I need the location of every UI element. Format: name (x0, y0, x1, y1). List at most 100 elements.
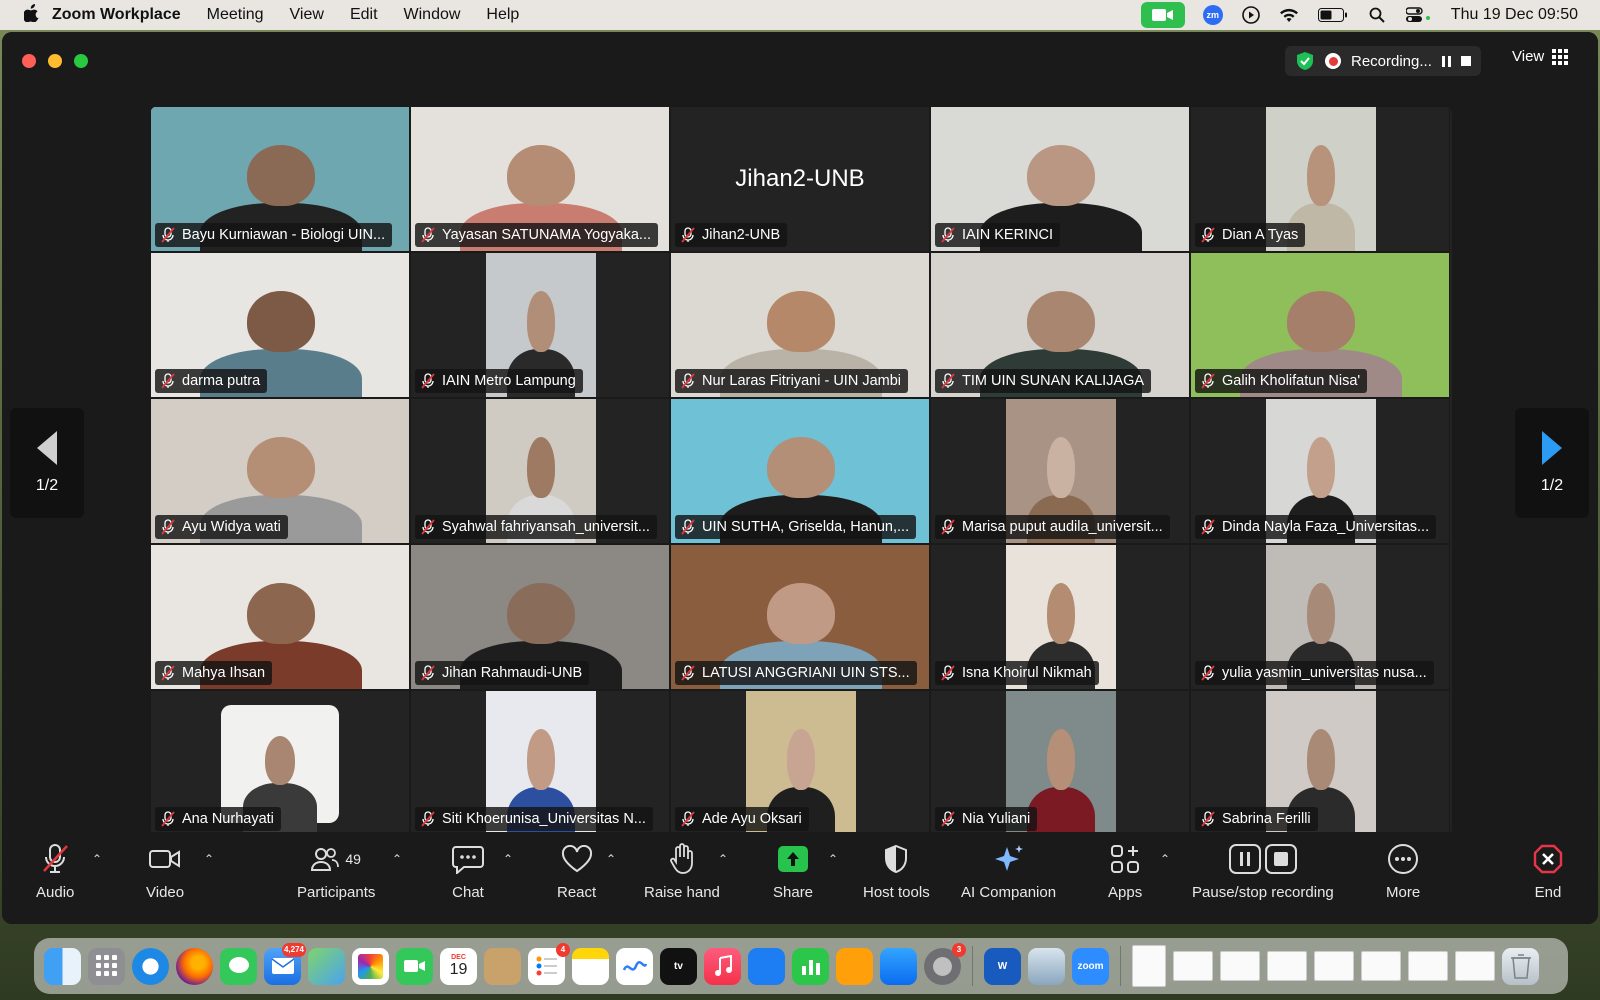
firefox-icon[interactable] (176, 947, 213, 985)
participant-tile[interactable]: Nia Yuliani (930, 690, 1190, 836)
video-options-caret-icon[interactable]: ⌃ (204, 852, 214, 866)
trash-icon[interactable] (1502, 947, 1539, 985)
mail-icon[interactable]: 4,274 (264, 942, 306, 985)
participant-tile[interactable]: Mahya Ihsan (150, 544, 410, 690)
contacts-icon[interactable] (484, 947, 521, 985)
keynote-icon[interactable] (748, 947, 785, 985)
menu-window[interactable]: Window (404, 6, 461, 24)
participant-tile[interactable]: Jihan Rahmaudi-UNB (410, 544, 670, 690)
participants-button[interactable]: 49 Participants (297, 842, 375, 901)
react-button[interactable]: React (557, 842, 596, 901)
pause-recording-icon[interactable] (1441, 55, 1451, 67)
fullscreen-window-button[interactable] (74, 54, 88, 68)
notes-icon[interactable] (572, 947, 609, 985)
calendar-icon[interactable]: DEC 19 (440, 947, 477, 985)
system-settings-icon[interactable]: 3 (924, 942, 966, 985)
participant-tile[interactable]: yulia yasmin_universitas nusa... (1190, 544, 1450, 690)
finder-icon[interactable] (44, 947, 81, 985)
music-icon[interactable] (704, 947, 741, 985)
recent-document-thumbnail[interactable] (1220, 951, 1260, 981)
apple-menu-icon[interactable] (22, 3, 52, 27)
audio-button[interactable]: Audio (36, 842, 74, 901)
end-meeting-button[interactable]: End (1532, 842, 1564, 901)
participant-tile[interactable]: TIM UIN SUNAN KALIJAGA (930, 252, 1190, 398)
share-options-caret-icon[interactable]: ⌃ (828, 852, 838, 866)
participant-tile[interactable]: Syahwal fahriyansah_universit... (410, 398, 670, 544)
recent-document-thumbnail[interactable] (1314, 951, 1354, 981)
participant-tile[interactable]: Ana Nurhayati (150, 690, 410, 836)
numbers-icon[interactable] (792, 947, 829, 985)
maps-icon[interactable] (308, 947, 345, 985)
menu-app-name[interactable]: Zoom Workplace (52, 6, 181, 24)
audio-options-caret-icon[interactable]: ⌃ (92, 852, 102, 866)
raise-hand-button[interactable]: Raise hand (644, 842, 720, 901)
participant-tile[interactable]: Nur Laras Fitriyani - UIN Jambi (670, 252, 930, 398)
host-tools-button[interactable]: Host tools (863, 842, 930, 901)
participant-tile[interactable]: Ayu Widya wati (150, 398, 410, 544)
participant-tile[interactable]: IAIN Metro Lampung (410, 252, 670, 398)
zoom-status-icon[interactable]: zm (1202, 5, 1223, 25)
chat-button[interactable]: Chat (452, 842, 484, 901)
pause-stop-recording-button[interactable]: Pause/stop recording (1192, 842, 1334, 901)
previous-page-button[interactable]: 1/2 (10, 408, 84, 518)
battery-icon[interactable] (1317, 5, 1349, 25)
recent-document-thumbnail[interactable] (1267, 951, 1307, 981)
reminders-icon[interactable]: 4 (528, 942, 570, 985)
play-circle-icon[interactable] (1241, 5, 1261, 25)
stop-recording-icon[interactable] (1460, 56, 1471, 66)
raise-hand-options-caret-icon[interactable]: ⌃ (718, 852, 728, 866)
participant-tile[interactable]: Isna Khoirul Nikmah (930, 544, 1190, 690)
participant-tile[interactable]: Sabrina Ferilli (1190, 690, 1450, 836)
recent-document-thumbnail[interactable] (1173, 951, 1213, 981)
participants-options-caret-icon[interactable]: ⌃ (392, 852, 402, 866)
wifi-icon[interactable] (1279, 5, 1299, 25)
share-button[interactable]: Share (773, 842, 813, 901)
app-store-icon[interactable] (880, 947, 917, 985)
apple-tv-icon[interactable]: tv (660, 947, 697, 985)
next-page-button[interactable]: 1/2 (1515, 408, 1589, 518)
microsoft-word-icon[interactable]: W (984, 947, 1021, 985)
video-button[interactable]: Video (146, 842, 184, 901)
freeform-icon[interactable] (616, 947, 653, 985)
chat-options-caret-icon[interactable]: ⌃ (503, 852, 513, 866)
ai-companion-button[interactable]: AI Companion (961, 842, 1056, 901)
photos-icon[interactable] (352, 947, 389, 985)
menu-edit[interactable]: Edit (350, 6, 378, 24)
spotlight-search-icon[interactable] (1367, 5, 1387, 25)
recent-document-thumbnail[interactable] (1408, 951, 1448, 981)
participant-tile[interactable]: UIN SUTHA, Griselda, Hanun,... (670, 398, 930, 544)
more-button[interactable]: More (1386, 842, 1420, 901)
launchpad-icon[interactable] (88, 947, 125, 985)
camera-in-use-icon[interactable] (1140, 2, 1185, 28)
minimize-window-button[interactable] (48, 54, 62, 68)
menu-help[interactable]: Help (486, 6, 519, 24)
participant-tile[interactable]: IAIN KERINCI (930, 106, 1190, 252)
menubar-clock[interactable]: Thu 19 Dec 09:50 (1451, 6, 1578, 24)
view-button[interactable]: View (1512, 48, 1569, 65)
participant-tile[interactable]: Ade Ayu Oksari (670, 690, 930, 836)
apps-button[interactable]: Apps (1108, 842, 1142, 901)
participant-tile[interactable]: Dian A Tyas (1190, 106, 1450, 252)
participant-tile[interactable]: LATUSI ANGGRIANI UIN STS... (670, 544, 930, 690)
menu-view[interactable]: View (290, 6, 324, 24)
participant-tile[interactable]: Yayasan SATUNAMA Yogyaka... (410, 106, 670, 252)
control-center-icon[interactable] (1405, 5, 1433, 25)
participant-tile[interactable]: Siti Khoerunisa_Universitas N... (410, 690, 670, 836)
recent-document-thumbnail[interactable] (1132, 945, 1166, 987)
facetime-icon[interactable] (396, 947, 433, 985)
pages-icon[interactable] (836, 947, 873, 985)
recent-document-thumbnail[interactable] (1455, 951, 1495, 981)
participant-tile[interactable]: Bayu Kurniawan - Biologi UIN... (150, 106, 410, 252)
react-options-caret-icon[interactable]: ⌃ (606, 852, 616, 866)
security-shield-icon[interactable] (1295, 51, 1315, 71)
participant-tile[interactable]: Dinda Nayla Faza_Universitas... (1190, 398, 1450, 544)
recent-document-thumbnail[interactable] (1361, 951, 1401, 981)
preview-icon[interactable] (1028, 947, 1065, 985)
participant-tile[interactable]: Jihan2-UNB Jihan2-UNB (670, 106, 930, 252)
safari-icon[interactable] (132, 947, 169, 985)
messages-icon[interactable] (220, 947, 257, 985)
close-window-button[interactable] (22, 54, 36, 68)
zoom-app-icon[interactable]: zoom (1072, 947, 1109, 985)
participant-tile[interactable]: Galih Kholifatun Nisa' (1190, 252, 1450, 398)
apps-options-caret-icon[interactable]: ⌃ (1160, 852, 1170, 866)
